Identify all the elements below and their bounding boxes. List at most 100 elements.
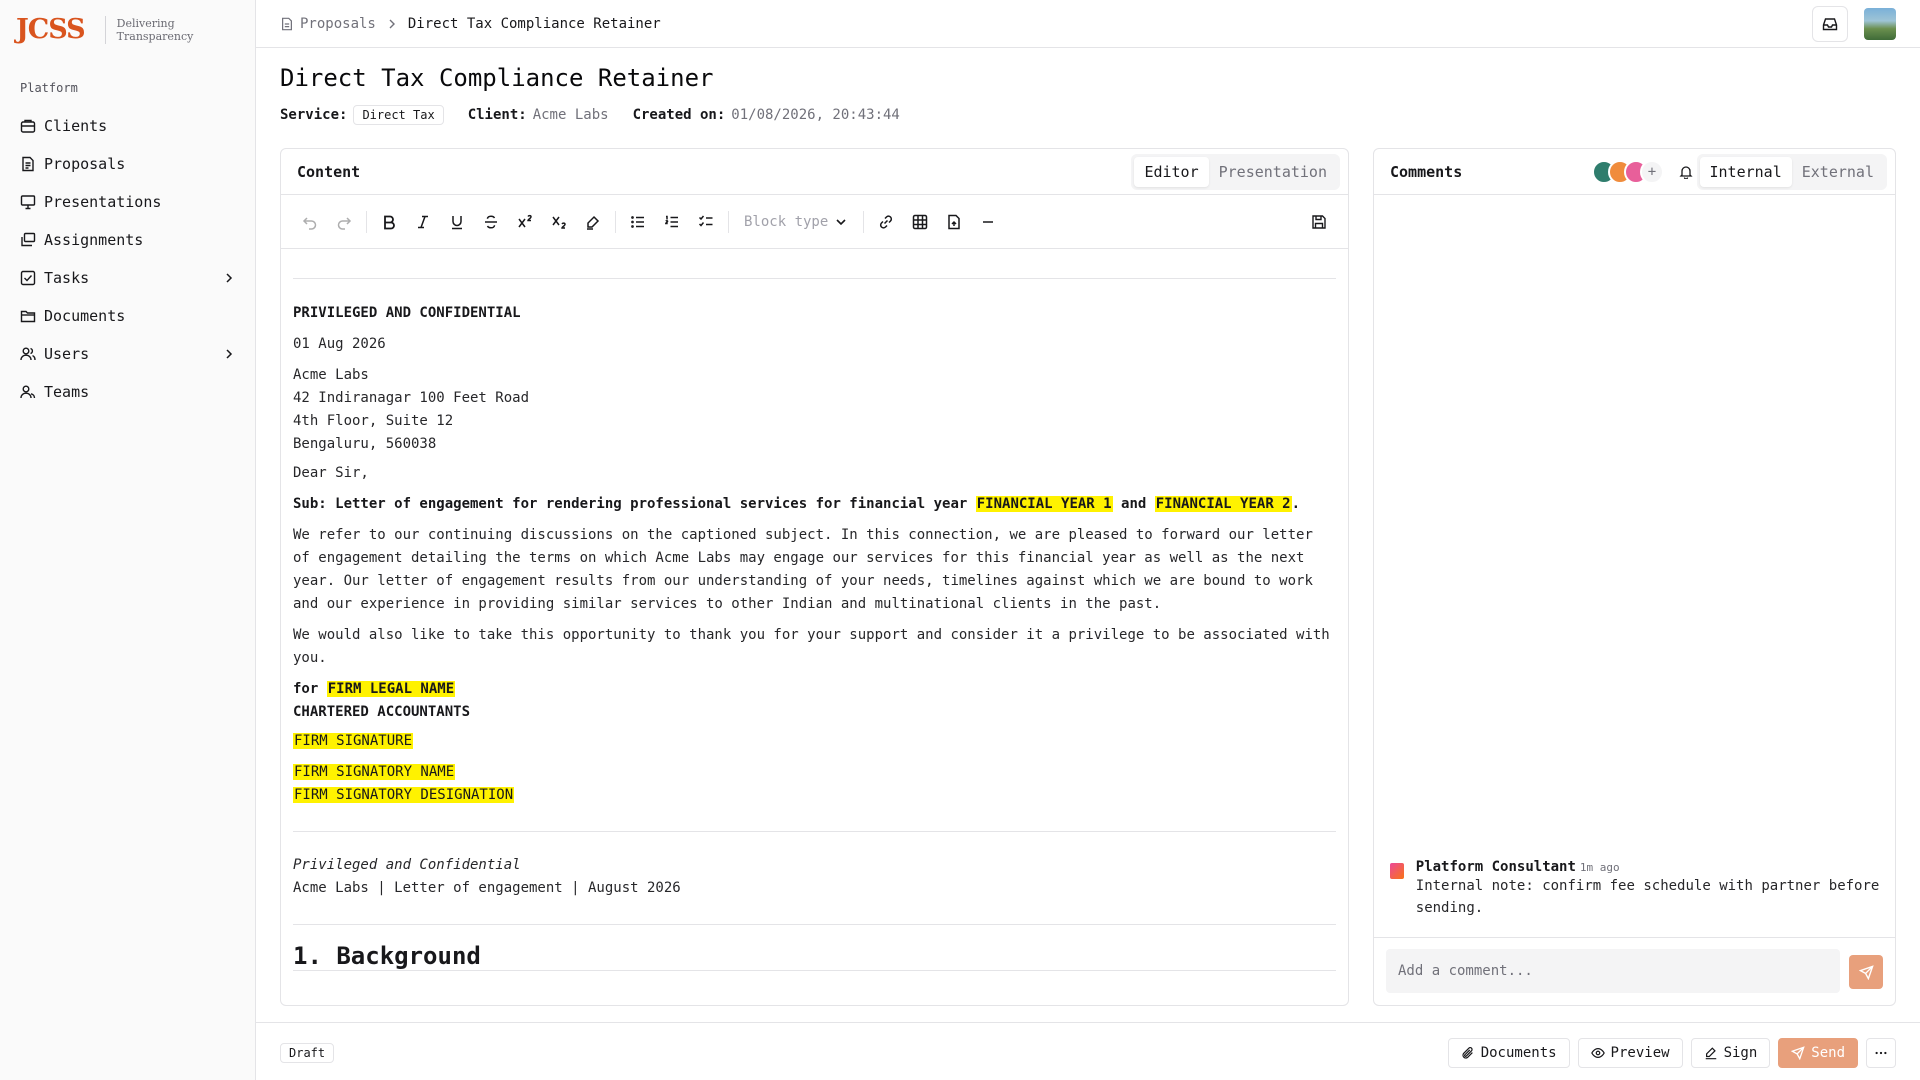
italic-icon — [418, 215, 428, 228]
sidebar-item-proposals[interactable]: Proposals — [20, 145, 236, 183]
italic-button[interactable] — [406, 205, 440, 239]
more-actions-button[interactable] — [1866, 1038, 1896, 1068]
bullet-list-button[interactable] — [621, 205, 655, 239]
client-value: Acme Labs — [532, 107, 609, 123]
sidebar-item-teams[interactable]: Teams — [20, 373, 236, 411]
bold-button[interactable] — [372, 205, 406, 239]
sidebar-item-label: Teams — [44, 383, 90, 401]
doc-subject: Sub: Letter of engagement for rendering … — [293, 493, 1336, 516]
minus-icon — [983, 220, 994, 223]
table-icon — [913, 214, 928, 229]
send-label: Send — [1811, 1045, 1845, 1061]
eye-icon — [1590, 1048, 1605, 1058]
doc-section-heading: 1. Background — [293, 942, 481, 970]
sidebar-item-label: Clients — [44, 117, 108, 135]
footer-line: Acme Labs | Letter of engagement | Augus… — [293, 880, 681, 896]
inbox-button[interactable] — [1812, 6, 1848, 42]
proposal-footer: Draft Documents Preview Sign Send — [256, 1022, 1920, 1080]
sidebar-item-label: Proposals — [44, 155, 126, 173]
editor-header: Content Editor Presentation — [281, 149, 1348, 195]
file-text-icon — [22, 156, 34, 172]
add-participant-button[interactable]: + — [1640, 160, 1664, 184]
sidebar-item-users[interactable]: Users — [20, 335, 236, 373]
sidebar-item-label: Assignments — [44, 231, 144, 249]
send-button[interactable]: Send — [1778, 1038, 1858, 1068]
breadcrumb-parent[interactable]: Proposals — [300, 16, 376, 32]
sidebar-item-label: Tasks — [44, 269, 90, 287]
chevron-right-icon — [226, 273, 233, 283]
sidebar-section-label: Platform — [20, 81, 78, 95]
sidebar-item-assignments[interactable]: Assignments — [20, 221, 236, 259]
doc-signatory: FIRM SIGNATORY NAME FIRM SIGNATORY DESIGN… — [293, 761, 1336, 807]
save-icon — [1312, 215, 1326, 229]
file-plus-icon — [948, 214, 961, 229]
highlight-button[interactable] — [576, 205, 610, 239]
comment-input[interactable] — [1386, 949, 1840, 993]
preview-button[interactable]: Preview — [1577, 1038, 1683, 1068]
logo-divider — [104, 15, 106, 44]
participants[interactable]: + — [1592, 160, 1664, 184]
chevron-right-icon — [389, 19, 395, 29]
logo-text: JCSS — [16, 14, 86, 45]
redo-button[interactable] — [327, 205, 361, 239]
ordered-list-button[interactable] — [655, 205, 689, 239]
page-divider — [293, 278, 1336, 279]
link-icon — [880, 214, 893, 229]
folder-icon — [20, 310, 36, 323]
tab-editor[interactable]: Editor — [1134, 157, 1209, 187]
editor-mode-toggle: Editor Presentation — [1131, 154, 1340, 190]
sidebar-item-presentations[interactable]: Presentations — [20, 183, 236, 221]
service-label: Service: — [280, 107, 348, 123]
sidebar-item-documents[interactable]: Documents — [20, 297, 236, 335]
document-body[interactable]: PRIVILEGED AND CONFIDENTIAL 01 Aug 2026 … — [293, 249, 1336, 1005]
comment-author: Platform Consultant — [1415, 859, 1576, 875]
footer-actions: Documents Preview Sign Send — [1440, 1038, 1896, 1068]
horizontal-rule-button[interactable] — [971, 205, 1005, 239]
link-button[interactable] — [869, 205, 903, 239]
file-icon — [282, 17, 292, 31]
subject-end: . — [1291, 496, 1301, 512]
table-button[interactable] — [903, 205, 937, 239]
tab-external[interactable]: External — [1792, 157, 1884, 187]
doc-paragraph-2: We would also like to take this opportun… — [293, 627, 1330, 666]
save-button[interactable] — [1302, 205, 1336, 239]
sign-button[interactable]: Sign — [1690, 1038, 1771, 1068]
insert-file-button[interactable] — [937, 205, 971, 239]
strikethrough-button[interactable] — [474, 205, 508, 239]
list-checks-icon — [698, 215, 713, 227]
documents-button[interactable]: Documents — [1447, 1038, 1570, 1068]
tab-internal[interactable]: Internal — [1699, 157, 1792, 187]
undo-button[interactable] — [293, 205, 327, 239]
address-line: 4th Floor, Suite 12 — [293, 413, 454, 429]
sidebar-item-clients[interactable]: Clients — [20, 107, 236, 145]
comments-header: Comments + Internal External — [1374, 149, 1895, 195]
doc-date: 01 Aug 2026 — [293, 336, 386, 352]
sidebar-nav: Clients Proposals Presentations Assignme… — [20, 107, 236, 411]
brand-logo[interactable]: JCSS Delivering Transparency — [16, 14, 193, 45]
doc-page-footer: Privileged and Confidential Acme Labs | L… — [293, 854, 1336, 900]
sidebar-item-label: Presentations — [44, 193, 162, 211]
tab-presentation[interactable]: Presentation — [1209, 157, 1337, 187]
doc-signature: FIRM SIGNATURE — [293, 730, 1336, 753]
footer-confidential: Privileged and Confidential — [293, 857, 521, 873]
toolbar-divider — [863, 210, 865, 233]
superscript-button[interactable] — [508, 205, 542, 239]
user-avatar[interactable] — [1864, 8, 1896, 40]
page-divider — [293, 970, 1336, 971]
breadcrumb: Proposals Direct Tax Compliance Retainer — [280, 0, 661, 48]
sidebar-item-tasks[interactable]: Tasks — [20, 259, 236, 297]
page-divider — [293, 831, 1336, 832]
list-icon — [631, 215, 644, 228]
underline-button[interactable] — [440, 205, 474, 239]
subscript-button[interactable] — [542, 205, 576, 239]
comments-visibility-toggle: Internal External — [1696, 154, 1887, 190]
superscript-icon — [518, 214, 532, 227]
send-comment-button[interactable] — [1849, 955, 1883, 989]
block-type-select[interactable]: Block type — [734, 205, 858, 239]
content-editor-panel: Content Editor Presentation Block type P… — [280, 148, 1349, 1006]
task-list-button[interactable] — [689, 205, 723, 239]
send-icon — [1791, 1046, 1806, 1060]
bell-icon[interactable] — [1679, 165, 1693, 179]
page-divider — [293, 924, 1336, 925]
doc-address: Acme Labs 42 Indiranagar 100 Feet Road 4… — [293, 364, 1336, 456]
